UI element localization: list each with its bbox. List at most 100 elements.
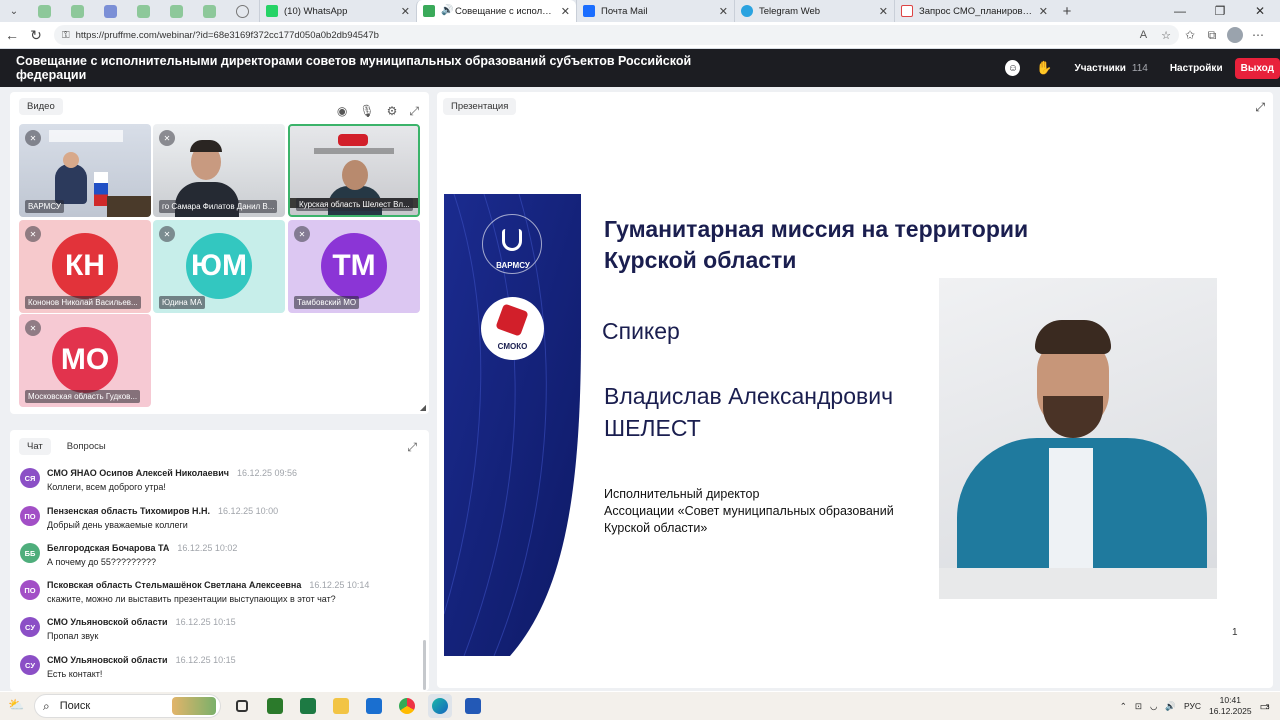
- settings-button[interactable]: Настройки: [1170, 63, 1223, 74]
- pinned-tab-icon: [203, 4, 216, 18]
- webinar-header: Совещание с исполнительными директорами …: [0, 49, 1280, 87]
- collections-icon[interactable]: ⧉: [1201, 28, 1223, 43]
- video-tile[interactable]: МО ✕ Московская область Гудков...: [19, 314, 151, 407]
- tab-whatsapp[interactable]: (10) WhatsApp ✕: [259, 0, 416, 22]
- task-view-icon[interactable]: [230, 694, 254, 718]
- wifi-icon[interactable]: ◡: [1150, 701, 1157, 712]
- expand-icon[interactable]: ⤢: [409, 104, 419, 119]
- new-tab-button[interactable]: +: [1054, 0, 1080, 22]
- close-icon[interactable]: ✕: [879, 5, 888, 18]
- excel-icon[interactable]: [296, 694, 320, 718]
- muted-mic-icon: ✕: [25, 226, 41, 242]
- chat-text: Есть контакт!: [47, 669, 103, 679]
- chat-avatar: ББ: [20, 543, 40, 563]
- tab-mail[interactable]: Почта Mail ✕: [576, 0, 734, 22]
- video-panel-title: Видео: [19, 98, 63, 115]
- word-icon[interactable]: [461, 694, 485, 718]
- reload-button[interactable]: ↻: [24, 23, 48, 47]
- site-info-icon[interactable]: ⚿: [62, 30, 70, 41]
- speaker-head: [342, 160, 368, 190]
- resize-handle-icon[interactable]: ◢: [420, 403, 426, 412]
- widgets-icon[interactable]: ⛅: [8, 697, 26, 715]
- edge-icon[interactable]: [428, 694, 452, 718]
- network-icon[interactable]: ⊡: [1135, 701, 1142, 712]
- tab-telegram[interactable]: Telegram Web ✕: [734, 0, 894, 22]
- profile-avatar[interactable]: [1227, 27, 1243, 43]
- muted-mic-icon: ✕: [159, 130, 175, 146]
- tab-label: Telegram Web: [759, 5, 821, 17]
- close-icon[interactable]: ✕: [719, 5, 728, 18]
- speaker-hair: [190, 140, 222, 152]
- close-window-button[interactable]: ✕: [1240, 0, 1280, 22]
- tab-actions-menu-icon[interactable]: ⌄: [0, 0, 28, 22]
- speaker-role-line: Исполнительный директор: [604, 487, 760, 501]
- tab-document[interactable]: Запрос СМО_планирование янв ✕: [894, 0, 1054, 22]
- pinned-tab[interactable]: [127, 0, 160, 22]
- tab-questions[interactable]: Вопросы: [59, 438, 114, 455]
- speaker-silhouette: [55, 164, 87, 204]
- raise-hand-icon[interactable]: ✋: [1036, 60, 1052, 76]
- favorite-star-icon[interactable]: ☆: [1161, 29, 1171, 42]
- participant-avatar: ТМ: [321, 233, 387, 299]
- participant-name: Юдина МА: [159, 296, 205, 309]
- pinned-tab[interactable]: [226, 0, 259, 22]
- emoji-reaction-icon[interactable]: ☺: [1005, 60, 1021, 76]
- video-tile[interactable]: ТМ ✕ Тамбовский МО: [288, 220, 420, 313]
- back-button[interactable]: ←: [0, 23, 24, 47]
- chat-author: Пензенская область Тихомиров Н.Н.: [47, 506, 211, 516]
- chat-text: Пропал звук: [47, 631, 99, 641]
- participant-name: го Самара Филатов Данил В...: [159, 200, 278, 213]
- url-text: https://pruffme.com/webinar/?id=68e3169f…: [75, 29, 379, 41]
- exit-button[interactable]: Выход: [1234, 57, 1280, 79]
- pinned-tab[interactable]: [28, 0, 61, 22]
- chevron-up-icon[interactable]: ⌃: [1120, 701, 1127, 712]
- clock[interactable]: 10:41 16.12.2025: [1209, 695, 1252, 717]
- pinned-tab[interactable]: [160, 0, 193, 22]
- chat-author: СМО ЯНАО Осипов Алексей Николаевич: [47, 468, 229, 478]
- pinned-tab[interactable]: [61, 0, 94, 22]
- chat-scrollbar[interactable]: [423, 640, 426, 690]
- webinar-icon: [423, 5, 435, 17]
- video-tile[interactable]: ✕ ВАРМСУ: [19, 124, 151, 217]
- tab-chat[interactable]: Чат: [19, 438, 51, 455]
- more-menu-icon[interactable]: ⋯: [1247, 28, 1269, 42]
- outlook-icon[interactable]: [362, 694, 386, 718]
- participant-name: Курская область Шелест Вл...: [296, 198, 413, 211]
- close-icon[interactable]: ✕: [1039, 5, 1048, 18]
- speaker-name-line: ШЕЛЕСТ: [604, 415, 701, 441]
- file-explorer-icon[interactable]: [329, 694, 353, 718]
- store-icon[interactable]: [263, 694, 287, 718]
- participants-button[interactable]: Участники 114: [1074, 63, 1147, 74]
- chat-text: Добрый день уважаемые коллеги: [47, 520, 188, 530]
- video-tile-active-speaker[interactable]: Курская область Шелест Вл...: [288, 124, 420, 217]
- address-bar[interactable]: ⚿ https://pruffme.com/webinar/?id=68e316…: [54, 25, 1179, 45]
- gear-icon[interactable]: ⚙: [387, 104, 398, 119]
- pinned-tab[interactable]: [94, 0, 127, 22]
- chat-time: 16.12.25 09:56: [236, 468, 298, 478]
- video-tile[interactable]: ЮМ ✕ Юдина МА: [153, 220, 285, 313]
- maximize-button[interactable]: ❐: [1200, 0, 1240, 22]
- varmsu-logo-text: ВАРМСУ: [496, 261, 530, 270]
- tab-webinar[interactable]: 🔊 Совещание с исполнительными ✕: [416, 0, 576, 22]
- fullscreen-icon[interactable]: ⤢: [1255, 100, 1265, 115]
- microphone-icon[interactable]: 🎙: [359, 104, 374, 119]
- camera-icon[interactable]: ◉: [337, 104, 347, 119]
- chat-avatar: СЯ: [20, 468, 40, 488]
- pinned-tab-icon: [104, 4, 117, 18]
- input-language[interactable]: РУС: [1184, 701, 1201, 711]
- slide-title-line: Гуманитарная миссия на территории: [604, 216, 1029, 242]
- notifications-icon[interactable]: ▭ 3: [1260, 700, 1270, 713]
- close-icon[interactable]: ✕: [401, 5, 410, 18]
- favorites-icon[interactable]: ✩: [1179, 28, 1201, 42]
- close-icon[interactable]: ✕: [561, 5, 570, 18]
- backdrop-logo: [338, 134, 368, 146]
- minimize-button[interactable]: —: [1160, 0, 1200, 22]
- taskbar-search[interactable]: ⌕ Поиск: [34, 694, 221, 718]
- video-tile[interactable]: ✕ го Самара Филатов Данил В...: [153, 124, 285, 217]
- chrome-icon[interactable]: [395, 694, 419, 718]
- video-tile[interactable]: КН ✕ Кононов Николай Васильев...: [19, 220, 151, 313]
- expand-icon[interactable]: ⤢: [407, 440, 417, 455]
- read-aloud-icon[interactable]: A: [1140, 29, 1147, 42]
- pinned-tab[interactable]: [193, 0, 226, 22]
- volume-icon[interactable]: 🔊: [1165, 701, 1176, 712]
